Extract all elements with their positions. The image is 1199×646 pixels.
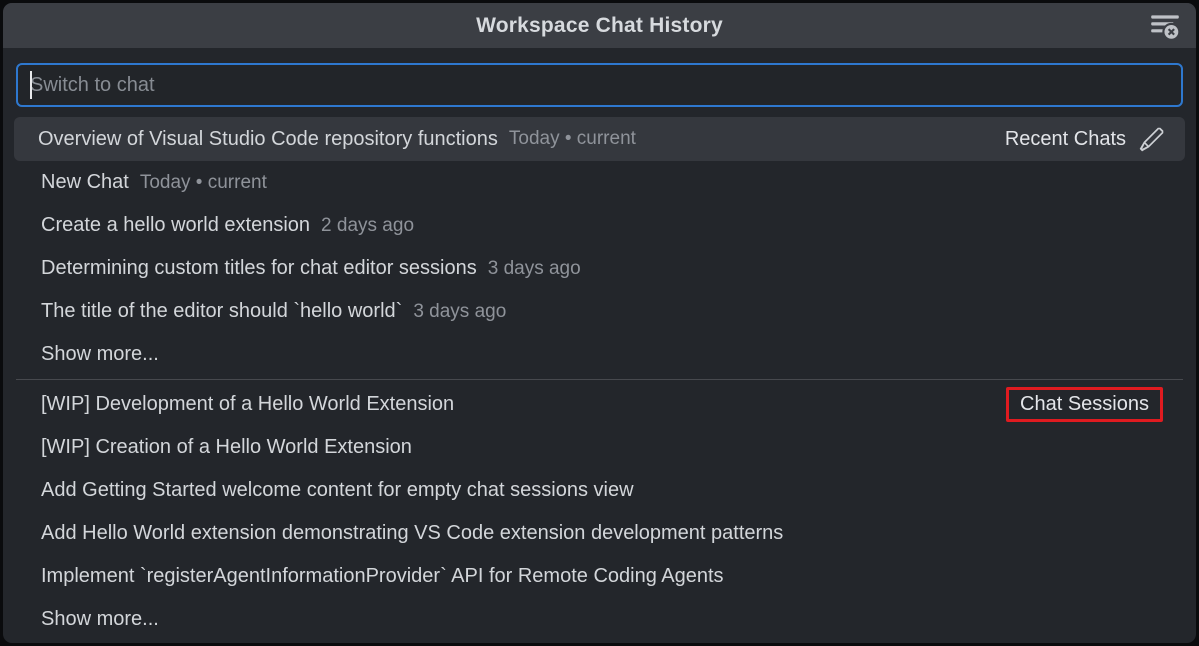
chat-item-getting-started[interactable]: Add Getting Started welcome content for … [3,469,1196,512]
chat-item-new-chat[interactable]: New Chat Today • current [3,161,1196,204]
chat-item-label: [WIP] Development of a Hello World Exten… [41,393,454,416]
group-label-chat-sessions: Chat Sessions [1020,393,1149,416]
show-more-chat-sessions[interactable]: Show more... [3,598,1196,641]
chat-item-label: Add Getting Started welcome content for … [41,479,634,502]
search-input[interactable] [16,63,1183,107]
chat-item-register-agent-provider[interactable]: Implement `registerAgentInformationProvi… [3,555,1196,598]
search-box [16,63,1183,107]
chat-item-wip-development[interactable]: [WIP] Development of a Hello World Exten… [3,383,1196,426]
chat-item-label: New Chat [41,171,129,194]
text-caret [30,71,32,99]
chat-item-label: Implement `registerAgentInformationProvi… [41,565,724,588]
dialog-titlebar: Workspace Chat History [3,3,1196,48]
show-more-label: Show more... [41,608,159,631]
edit-pencil-icon [1138,126,1165,153]
chat-item-description: 3 days ago [413,301,506,323]
chat-item-overview[interactable]: Overview of Visual Studio Code repositor… [14,117,1185,161]
workspace-chat-history-dialog: Workspace Chat History Overview of Visua… [3,3,1196,643]
chat-item-editor-title[interactable]: The title of the editor should `hello wo… [3,290,1196,333]
chat-item-label: Create a hello world extension [41,214,310,237]
show-more-label: Show more... [41,343,159,366]
rename-chat-button[interactable] [1138,126,1165,153]
chat-item-description: Today • current [509,128,636,150]
dialog-title: Workspace Chat History [476,14,723,38]
group-label-recent-chats: Recent Chats [1005,128,1126,151]
chat-item-create-hello-world[interactable]: Create a hello world extension 2 days ag… [3,204,1196,247]
chat-item-description: Today • current [140,172,267,194]
clear-all-icon [1148,9,1182,43]
chat-item-label: Overview of Visual Studio Code repositor… [38,128,498,151]
chat-item-determining-titles[interactable]: Determining custom titles for chat edito… [3,247,1196,290]
chat-item-hello-world-patterns[interactable]: Add Hello World extension demonstrating … [3,512,1196,555]
chat-item-label: The title of the editor should `hello wo… [41,300,402,323]
chat-item-label: [WIP] Creation of a Hello World Extensio… [41,436,412,459]
clear-all-button[interactable] [1147,8,1183,44]
group-divider [16,379,1183,380]
show-more-recent-chats[interactable]: Show more... [3,333,1196,376]
chat-item-label: Determining custom titles for chat edito… [41,257,477,280]
chat-history-list: Overview of Visual Studio Code repositor… [3,117,1196,641]
annotation-red-box: Chat Sessions [1006,387,1163,422]
chat-item-description: 3 days ago [488,258,581,280]
chat-item-wip-creation[interactable]: [WIP] Creation of a Hello World Extensio… [3,426,1196,469]
chat-item-label: Add Hello World extension demonstrating … [41,522,783,545]
chat-item-description: 2 days ago [321,215,414,237]
